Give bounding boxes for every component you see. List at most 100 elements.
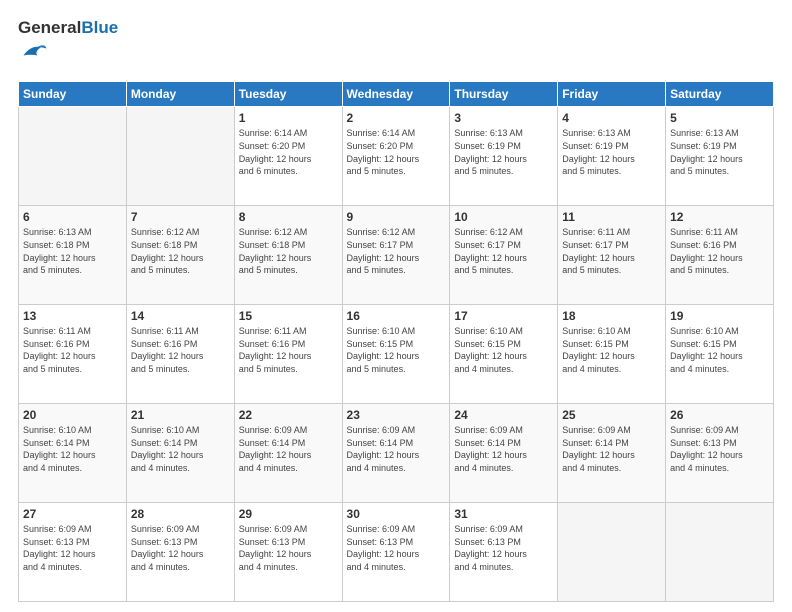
calendar-cell: 14Sunrise: 6:11 AM Sunset: 6:16 PM Dayli… — [126, 305, 234, 404]
weekday-header-friday: Friday — [558, 82, 666, 107]
calendar-cell: 3 Sunrise: 6:13 AM Sunset: 6:19 PM Daylig… — [450, 107, 558, 206]
day-info: Sunrise: 6:09 AM Sunset: 6:14 PM Dayligh… — [239, 424, 338, 474]
day-number: 5 — [670, 111, 769, 125]
day-number: 10 — [454, 210, 553, 224]
day-number: 25 — [562, 408, 661, 422]
calendar-cell: 29 Sunrise: 6:09 AM Sunset: 6:13 PM Dayli… — [234, 503, 342, 602]
day-info: Sunrise: 6:10 AM Sunset: 6:15 PM Dayligh… — [670, 325, 769, 375]
day-number: 3 — [454, 111, 553, 125]
day-number: 8 — [239, 210, 338, 224]
calendar-cell: 20Sunrise: 6:10 AM Sunset: 6:14 PM Dayli… — [19, 404, 127, 503]
calendar-cell: 17 Sunrise: 6:10 AM Sunset: 6:15 PM Dayli… — [450, 305, 558, 404]
day-number: 30 — [347, 507, 446, 521]
day-number: 17 — [454, 309, 553, 323]
calendar-body: 1 Sunrise: 6:14 AM Sunset: 6:20 PM Daylig… — [19, 107, 774, 602]
day-info: Sunrise: 6:13 AM Sunset: 6:19 PM Dayligh… — [670, 127, 769, 177]
calendar-table: SundayMondayTuesdayWednesdayThursdayFrid… — [18, 81, 774, 602]
calendar-cell: 6 Sunrise: 6:13 AM Sunset: 6:18 PM Daylig… — [19, 206, 127, 305]
calendar-cell: 2 Sunrise: 6:14 AM Sunset: 6:20 PM Daylig… — [342, 107, 450, 206]
day-info: Sunrise: 6:09 AM Sunset: 6:13 PM Dayligh… — [670, 424, 769, 474]
day-info: Sunrise: 6:09 AM Sunset: 6:14 PM Dayligh… — [347, 424, 446, 474]
calendar-cell: 1 Sunrise: 6:14 AM Sunset: 6:20 PM Daylig… — [234, 107, 342, 206]
day-info: Sunrise: 6:09 AM Sunset: 6:13 PM Dayligh… — [347, 523, 446, 573]
day-info: Sunrise: 6:14 AM Sunset: 6:20 PM Dayligh… — [347, 127, 446, 177]
day-info: Sunrise: 6:11 AM Sunset: 6:17 PM Dayligh… — [562, 226, 661, 276]
day-info: Sunrise: 6:09 AM Sunset: 6:13 PM Dayligh… — [454, 523, 553, 573]
calendar-cell: 5 Sunrise: 6:13 AM Sunset: 6:19 PM Daylig… — [666, 107, 774, 206]
day-number: 27 — [23, 507, 122, 521]
day-number: 29 — [239, 507, 338, 521]
header: GeneralBlue — [18, 18, 774, 71]
day-number: 18 — [562, 309, 661, 323]
day-number: 1 — [239, 111, 338, 125]
day-info: Sunrise: 6:11 AM Sunset: 6:16 PM Dayligh… — [23, 325, 122, 375]
day-number: 15 — [239, 309, 338, 323]
calendar-week-4: 20 Sunrise: 6:10 AM Sunset: 6:14 PM Dayli… — [19, 404, 774, 503]
calendar-cell: 25Sunrise: 6:09 AM Sunset: 6:14 PM Dayli… — [558, 404, 666, 503]
day-info: Sunrise: 6:09 AM Sunset: 6:14 PM Dayligh… — [454, 424, 553, 474]
day-info: Sunrise: 6:12 AM Sunset: 6:18 PM Dayligh… — [131, 226, 230, 276]
calendar-header-row: SundayMondayTuesdayWednesdayThursdayFrid… — [19, 82, 774, 107]
day-info: Sunrise: 6:09 AM Sunset: 6:13 PM Dayligh… — [239, 523, 338, 573]
weekday-header-thursday: Thursday — [450, 82, 558, 107]
calendar-cell: 10Sunrise: 6:12 AM Sunset: 6:17 PM Dayli… — [450, 206, 558, 305]
day-number: 28 — [131, 507, 230, 521]
day-info: Sunrise: 6:11 AM Sunset: 6:16 PM Dayligh… — [670, 226, 769, 276]
calendar-cell: 26Sunrise: 6:09 AM Sunset: 6:13 PM Dayli… — [666, 404, 774, 503]
weekday-header-tuesday: Tuesday — [234, 82, 342, 107]
calendar-cell: 8Sunrise: 6:12 AM Sunset: 6:18 PM Daylig… — [234, 206, 342, 305]
calendar-cell: 21 Sunrise: 6:10 AM Sunset: 6:14 PM Dayli… — [126, 404, 234, 503]
calendar-cell: 24 Sunrise: 6:09 AM Sunset: 6:14 PM Dayli… — [450, 404, 558, 503]
day-info: Sunrise: 6:14 AM Sunset: 6:20 PM Dayligh… — [239, 127, 338, 177]
day-info: Sunrise: 6:11 AM Sunset: 6:16 PM Dayligh… — [239, 325, 338, 375]
day-number: 11 — [562, 210, 661, 224]
day-info: Sunrise: 6:11 AM Sunset: 6:16 PM Dayligh… — [131, 325, 230, 375]
calendar-week-5: 27 Sunrise: 6:09 AM Sunset: 6:13 PM Dayli… — [19, 503, 774, 602]
calendar-week-3: 13Sunrise: 6:11 AM Sunset: 6:16 PM Dayli… — [19, 305, 774, 404]
day-number: 2 — [347, 111, 446, 125]
calendar-cell: 19 Sunrise: 6:10 AM Sunset: 6:15 PM Dayli… — [666, 305, 774, 404]
day-number: 19 — [670, 309, 769, 323]
calendar-cell: 16 Sunrise: 6:10 AM Sunset: 6:15 PM Dayli… — [342, 305, 450, 404]
calendar-cell: 11 Sunrise: 6:11 AM Sunset: 6:17 PM Dayli… — [558, 206, 666, 305]
calendar-cell — [19, 107, 127, 206]
day-info: Sunrise: 6:09 AM Sunset: 6:13 PM Dayligh… — [131, 523, 230, 573]
calendar-cell: 15 Sunrise: 6:11 AM Sunset: 6:16 PM Dayli… — [234, 305, 342, 404]
day-number: 4 — [562, 111, 661, 125]
calendar-cell: 4 Sunrise: 6:13 AM Sunset: 6:19 PM Daylig… — [558, 107, 666, 206]
calendar-cell: 28 Sunrise: 6:09 AM Sunset: 6:13 PM Dayli… — [126, 503, 234, 602]
day-info: Sunrise: 6:13 AM Sunset: 6:19 PM Dayligh… — [562, 127, 661, 177]
day-info: Sunrise: 6:10 AM Sunset: 6:14 PM Dayligh… — [131, 424, 230, 474]
day-info: Sunrise: 6:13 AM Sunset: 6:18 PM Dayligh… — [23, 226, 122, 276]
day-info: Sunrise: 6:10 AM Sunset: 6:15 PM Dayligh… — [454, 325, 553, 375]
day-info: Sunrise: 6:13 AM Sunset: 6:19 PM Dayligh… — [454, 127, 553, 177]
calendar-cell: 13Sunrise: 6:11 AM Sunset: 6:16 PM Dayli… — [19, 305, 127, 404]
calendar-cell — [126, 107, 234, 206]
day-number: 9 — [347, 210, 446, 224]
logo-icon — [20, 38, 48, 66]
day-number: 6 — [23, 210, 122, 224]
day-number: 20 — [23, 408, 122, 422]
logo: GeneralBlue — [18, 18, 118, 71]
day-number: 7 — [131, 210, 230, 224]
calendar-cell: 23 Sunrise: 6:09 AM Sunset: 6:14 PM Dayli… — [342, 404, 450, 503]
day-number: 21 — [131, 408, 230, 422]
calendar-cell: 7 Sunrise: 6:12 AM Sunset: 6:18 PM Daylig… — [126, 206, 234, 305]
calendar-cell: 22Sunrise: 6:09 AM Sunset: 6:14 PM Dayli… — [234, 404, 342, 503]
weekday-header-wednesday: Wednesday — [342, 82, 450, 107]
weekday-header-monday: Monday — [126, 82, 234, 107]
day-number: 23 — [347, 408, 446, 422]
day-info: Sunrise: 6:10 AM Sunset: 6:15 PM Dayligh… — [347, 325, 446, 375]
day-info: Sunrise: 6:12 AM Sunset: 6:17 PM Dayligh… — [347, 226, 446, 276]
calendar-cell: 12 Sunrise: 6:11 AM Sunset: 6:16 PM Dayli… — [666, 206, 774, 305]
calendar-cell — [558, 503, 666, 602]
calendar-cell: 27 Sunrise: 6:09 AM Sunset: 6:13 PM Dayli… — [19, 503, 127, 602]
day-number: 24 — [454, 408, 553, 422]
calendar-cell: 30 Sunrise: 6:09 AM Sunset: 6:13 PM Dayli… — [342, 503, 450, 602]
day-info: Sunrise: 6:09 AM Sunset: 6:13 PM Dayligh… — [23, 523, 122, 573]
weekday-header-saturday: Saturday — [666, 82, 774, 107]
day-number: 12 — [670, 210, 769, 224]
weekday-header-sunday: Sunday — [19, 82, 127, 107]
calendar-week-1: 1 Sunrise: 6:14 AM Sunset: 6:20 PM Daylig… — [19, 107, 774, 206]
day-number: 16 — [347, 309, 446, 323]
